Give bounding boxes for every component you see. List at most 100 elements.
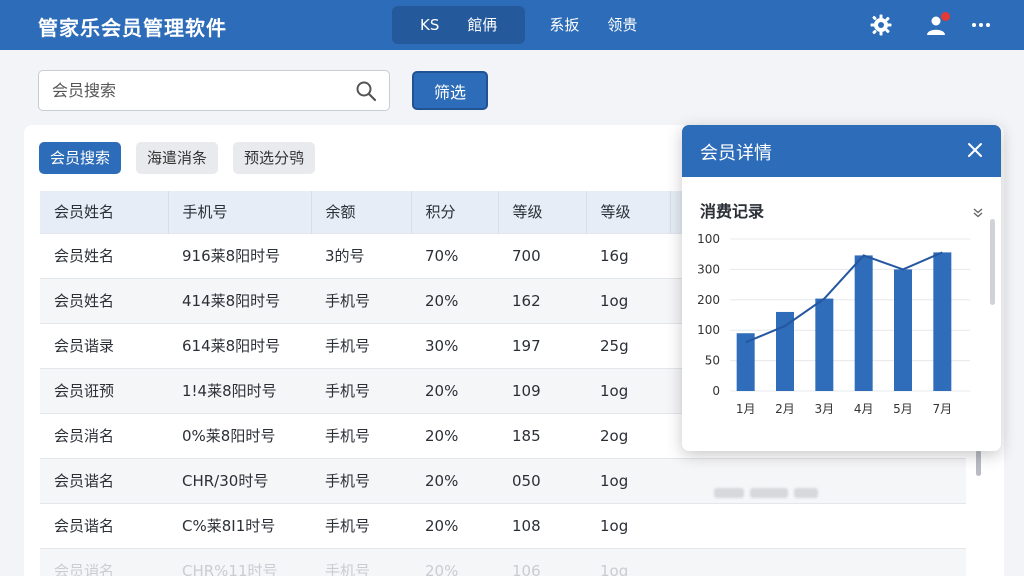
cell-points: 30% [425, 336, 459, 355]
detail-scrollbar[interactable] [990, 219, 995, 305]
nav-item-lead[interactable]: 领贵 [593, 6, 651, 44]
x-tick-label: 3月 [815, 402, 835, 416]
cell-extra [670, 503, 966, 548]
detail-header: 会员详情 [682, 125, 1001, 177]
trend-line [745, 251, 943, 344]
consumption-record-title: 消费记录 [700, 202, 765, 221]
member-detail-panel: 会员详情 消费记录 0 50 100 200 300 100 1月 2月 3月 4月 5月 7月 [682, 125, 1001, 451]
cell-points: 70% [425, 246, 459, 265]
column-header-balance[interactable]: 余额 [311, 191, 412, 233]
table-scrollbar[interactable] [976, 450, 981, 476]
cell-balance: 手机号 [325, 562, 371, 576]
cell-name: 会员谐录 [54, 337, 115, 355]
column-header-level[interactable]: 等级 [498, 191, 587, 233]
cell-level-2: 1og [600, 291, 629, 310]
chevron-double-down-icon[interactable] [973, 203, 983, 222]
chip-preselect[interactable]: 预选分鸮 [233, 142, 316, 174]
cell-points: 20% [425, 381, 459, 400]
cell-level-2: 16g [600, 246, 629, 265]
table-row[interactable]: 会员谐名 CHR/30时号 手机号 20% 050 1og [40, 458, 966, 503]
x-tick-label: 5月 [893, 402, 913, 416]
chart-bar[interactable] [815, 298, 834, 391]
search-icon[interactable] [355, 80, 377, 106]
cell-phone: 916莱8阳时号 [182, 247, 281, 265]
table-row[interactable]: 会员谐名 C%莱8I1时号 手机号 20% 108 1og [40, 503, 966, 548]
cell-balance: 手机号 [325, 472, 371, 490]
cell-name: 会员姓名 [54, 247, 115, 265]
close-icon[interactable] [965, 140, 985, 160]
x-tick-label: 2月 [775, 402, 795, 416]
y-tick-label: 100 [697, 323, 720, 337]
cell-level: 162 [512, 291, 541, 310]
cell-name: 会员谐名 [54, 472, 115, 490]
cell-level: 185 [512, 426, 541, 445]
search-box [38, 70, 390, 111]
cell-level-2: 1og [600, 381, 629, 400]
y-tick-label: 300 [697, 262, 720, 276]
cell-level: 108 [512, 516, 541, 535]
cell-points: 20% [425, 291, 459, 310]
cell-balance: 手机号 [325, 382, 371, 400]
cell-phone: 614莱8阳时号 [182, 337, 281, 355]
filter-button[interactable]: 筛选 [412, 71, 488, 110]
nav-item-ks[interactable]: KS [406, 6, 453, 44]
cell-name: 会员诮名 [54, 562, 115, 576]
cell-name: 会员诳预 [54, 382, 115, 400]
cell-phone: CHR/30时号 [182, 472, 269, 490]
cell-name: 会员谐名 [54, 517, 115, 535]
cell-points: 20% [425, 471, 459, 490]
x-tick-label: 4月 [854, 402, 874, 416]
table-row[interactable]: 会员诮名 CHR%11时号 手机号 20% 106 1og [40, 548, 966, 576]
chart-bar[interactable] [894, 269, 912, 391]
chart-bar[interactable] [933, 252, 952, 391]
cell-level-2: 25g [600, 336, 629, 355]
nav-active-group: KS 館侢 [392, 6, 526, 44]
cell-level: 197 [512, 336, 541, 355]
cell-phone: C%莱8I1时号 [182, 517, 276, 535]
cell-level-2: 1og [600, 561, 629, 576]
column-header-points[interactable]: 积分 [411, 191, 499, 233]
x-tick-label: 7月 [933, 402, 953, 416]
cell-points: 20% [425, 516, 459, 535]
cell-balance: 手机号 [325, 337, 371, 355]
y-tick-label: 100 [697, 232, 720, 246]
more-dots-icon[interactable] [966, 10, 996, 40]
chart-bar[interactable] [776, 311, 794, 391]
cell-phone: CHR%11时号 [182, 562, 278, 576]
x-tick-label: 1月 [736, 402, 756, 416]
cell-level: 050 [512, 471, 541, 490]
app-title: 管家乐会员管理软件 [38, 16, 227, 40]
consumption-chart: 0 50 100 200 300 100 1月 2月 3月 4月 5月 7月 [697, 232, 970, 416]
cell-level-2: 2og [600, 426, 629, 445]
column-header-phone[interactable]: 手机号 [168, 191, 312, 233]
cell-points: 20% [425, 561, 459, 576]
chip-member-search[interactable]: 会员搜索 [39, 142, 122, 174]
blurred-text [714, 488, 822, 502]
cell-level-2: 1og [600, 516, 629, 535]
nav-item-active[interactable]: 館侢 [453, 6, 511, 44]
cell-level: 700 [512, 246, 541, 265]
column-header-level-2[interactable]: 等级 [586, 191, 671, 233]
cell-phone: 1!4莱8阳时号 [182, 382, 277, 400]
detail-title: 会员详情 [700, 143, 772, 164]
top-bar: 管家乐会员管理软件 KS 館侢 系扳 领贵 [0, 0, 1024, 50]
chart-bar[interactable] [854, 255, 873, 391]
notification-dot [941, 12, 950, 21]
cell-level: 106 [512, 561, 541, 576]
cell-balance: 3的号 [325, 247, 365, 265]
cell-balance: 手机号 [325, 517, 371, 535]
user-notify-icon[interactable] [922, 10, 952, 40]
chip-consumption[interactable]: 海遣消条 [136, 142, 219, 174]
column-header-name[interactable]: 会员姓名 [40, 191, 169, 233]
nav-item-system[interactable]: 系扳 [535, 6, 593, 44]
cell-name: 会员姓名 [54, 292, 115, 310]
search-input[interactable] [39, 71, 339, 110]
cell-points: 20% [425, 426, 459, 445]
y-tick-label: 50 [705, 354, 720, 368]
settings-gear-icon[interactable] [866, 10, 896, 40]
main-nav: KS 館侢 系扳 领贵 [392, 6, 651, 44]
cell-balance: 手机号 [325, 427, 371, 445]
cell-balance: 手机号 [325, 292, 371, 310]
cell-level-2: 1og [600, 471, 629, 490]
y-tick-label: 0 [712, 384, 720, 398]
